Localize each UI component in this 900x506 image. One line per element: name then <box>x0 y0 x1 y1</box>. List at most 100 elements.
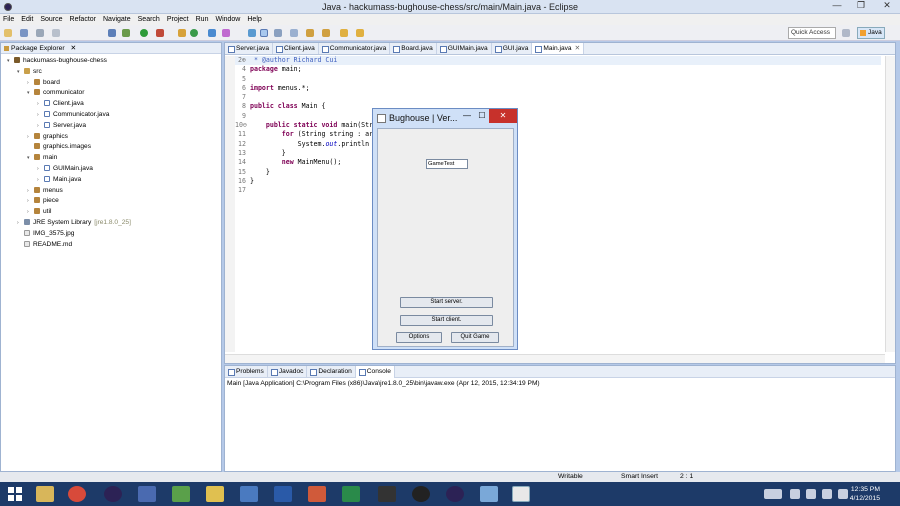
java-taskbar-icon[interactable] <box>512 486 530 502</box>
previous-annotation-icon[interactable] <box>322 29 330 37</box>
tree-item[interactable]: ▾ src <box>1 67 221 78</box>
excel-icon[interactable] <box>342 486 360 502</box>
expanded-icon[interactable]: ▾ <box>17 67 24 78</box>
new-class-icon[interactable] <box>208 29 216 37</box>
quit-game-button[interactable]: Quit Game <box>451 332 499 343</box>
vertical-scrollbar[interactable] <box>885 56 895 352</box>
horizontal-scrollbar[interactable] <box>225 354 885 363</box>
expanded-icon[interactable]: ▾ <box>27 153 34 164</box>
tree-item[interactable]: ▾ main <box>1 153 221 164</box>
eclipse-taskbar-icon[interactable] <box>104 486 122 502</box>
menu-refactor[interactable]: Refactor <box>67 14 100 25</box>
editor-tab[interactable]: Main.java ✕ <box>532 43 585 54</box>
maximize-button[interactable]: ❐ <box>850 0 872 12</box>
search-icon[interactable] <box>248 29 256 37</box>
git-icon[interactable] <box>308 486 326 502</box>
expanded-icon[interactable]: ▾ <box>27 88 34 99</box>
tree-item[interactable]: graphics.images <box>1 142 221 153</box>
flag-icon[interactable] <box>806 489 816 499</box>
forward-icon[interactable] <box>356 29 364 37</box>
editor-tab[interactable]: Communicator.java <box>319 43 391 54</box>
7zip-icon[interactable] <box>378 486 396 502</box>
minimize-button[interactable]: — <box>826 0 848 12</box>
expanded-icon[interactable]: ▾ <box>7 56 14 67</box>
app-icon[interactable] <box>172 486 190 502</box>
open-perspective-icon[interactable] <box>842 29 850 37</box>
close-icon[interactable]: ✕ <box>71 45 77 52</box>
run-button-icon[interactable] <box>140 29 148 37</box>
tree-item[interactable]: › Main.java <box>1 175 221 186</box>
tray-icon[interactable] <box>790 489 800 499</box>
collapsed-icon[interactable]: › <box>37 121 44 132</box>
folder-icon[interactable] <box>206 486 224 502</box>
windows-start-icon[interactable] <box>8 487 22 501</box>
run-icon[interactable] <box>122 29 130 37</box>
tree-item[interactable]: › graphics <box>1 132 221 143</box>
keyboard-icon[interactable] <box>764 489 782 499</box>
start-server-button[interactable]: Start server. <box>400 297 493 308</box>
save-all-icon[interactable] <box>36 29 44 37</box>
tree-item[interactable]: › Communicator.java <box>1 110 221 121</box>
tree-item[interactable]: ▾ communicator <box>1 88 221 99</box>
collapsed-icon[interactable]: › <box>27 196 34 207</box>
show-whitespace-icon[interactable] <box>290 29 298 37</box>
editor-tab[interactable]: Board.java <box>390 43 437 54</box>
save-icon[interactable] <box>20 29 28 37</box>
debug-icon[interactable] <box>108 29 116 37</box>
chrome-icon[interactable] <box>68 486 86 502</box>
collapsed-icon[interactable]: › <box>17 218 24 229</box>
menu-project[interactable]: Project <box>164 14 193 25</box>
tree-item[interactable]: › piece <box>1 196 221 207</box>
network-icon[interactable] <box>138 486 156 502</box>
tree-item[interactable]: › Server.java <box>1 121 221 132</box>
editor-tab[interactable]: GUI.java <box>492 43 533 54</box>
console-tab-console[interactable]: Console <box>355 366 395 378</box>
close-button[interactable]: ✕ <box>876 0 898 12</box>
collapsed-icon[interactable]: › <box>37 175 44 186</box>
new-icon[interactable] <box>4 29 12 37</box>
github-icon[interactable] <box>412 486 430 502</box>
quick-access-input[interactable]: Quick Access <box>788 27 836 39</box>
tree-item[interactable]: ▾ hackumass-bughouse-chess <box>1 56 221 67</box>
frame-minimize-button[interactable]: — <box>459 109 475 123</box>
frame-close-button[interactable]: ✕ <box>489 109 517 123</box>
tool-icon[interactable] <box>480 486 498 502</box>
tree-item[interactable]: README.md <box>1 240 221 251</box>
menu-file[interactable]: File <box>0 14 18 25</box>
tree-item[interactable]: › JRE System Library [jre1.8.0_25] <box>1 218 221 229</box>
collapsed-icon[interactable]: › <box>27 207 34 218</box>
next-annotation-icon[interactable] <box>306 29 314 37</box>
collapsed-icon[interactable]: › <box>37 99 44 110</box>
options-button[interactable]: Options <box>396 332 442 343</box>
block-selection-icon[interactable] <box>274 29 282 37</box>
virtualbox-icon[interactable] <box>240 486 258 502</box>
menu-navigate[interactable]: Navigate <box>100 14 135 25</box>
new-package-icon[interactable] <box>190 29 198 37</box>
frame-maximize-button[interactable]: ☐ <box>475 109 489 123</box>
java-perspective-button[interactable]: Java <box>857 27 885 39</box>
word-icon[interactable] <box>274 486 292 502</box>
game-name-input[interactable]: GameTest <box>426 159 468 169</box>
close-icon[interactable]: ✕ <box>575 45 581 52</box>
tree-item[interactable]: › GUIMain.java <box>1 164 221 175</box>
tree-item[interactable]: › util <box>1 207 221 218</box>
volume-icon[interactable] <box>822 489 832 499</box>
toggle-mark-occurrences-icon[interactable] <box>260 29 268 37</box>
menu-window[interactable]: Window <box>212 14 244 25</box>
collapsed-icon[interactable]: › <box>27 78 34 89</box>
code-area[interactable]: 2⊕ * @author Richard Cui 4 package main; 5 6… <box>235 56 881 195</box>
console-tab-javadoc[interactable]: Javadoc <box>268 366 308 378</box>
editor-tab[interactable]: Client.java <box>273 43 319 54</box>
menu-run[interactable]: Run <box>193 14 213 25</box>
back-icon[interactable] <box>340 29 348 37</box>
eclipse-alt-icon[interactable] <box>446 486 464 502</box>
tree-item[interactable]: › Client.java <box>1 99 221 110</box>
collapsed-icon[interactable]: › <box>37 164 44 175</box>
tree-item[interactable]: › board <box>1 78 221 89</box>
menu-edit[interactable]: Edit <box>18 14 37 25</box>
external-tools-icon[interactable] <box>156 29 164 37</box>
collapsed-icon[interactable]: › <box>27 186 34 197</box>
menu-help[interactable]: Help <box>244 14 265 25</box>
editor-tab[interactable]: Server.java <box>225 43 273 54</box>
tree-item[interactable]: IMG_3575.jpg <box>1 229 221 240</box>
